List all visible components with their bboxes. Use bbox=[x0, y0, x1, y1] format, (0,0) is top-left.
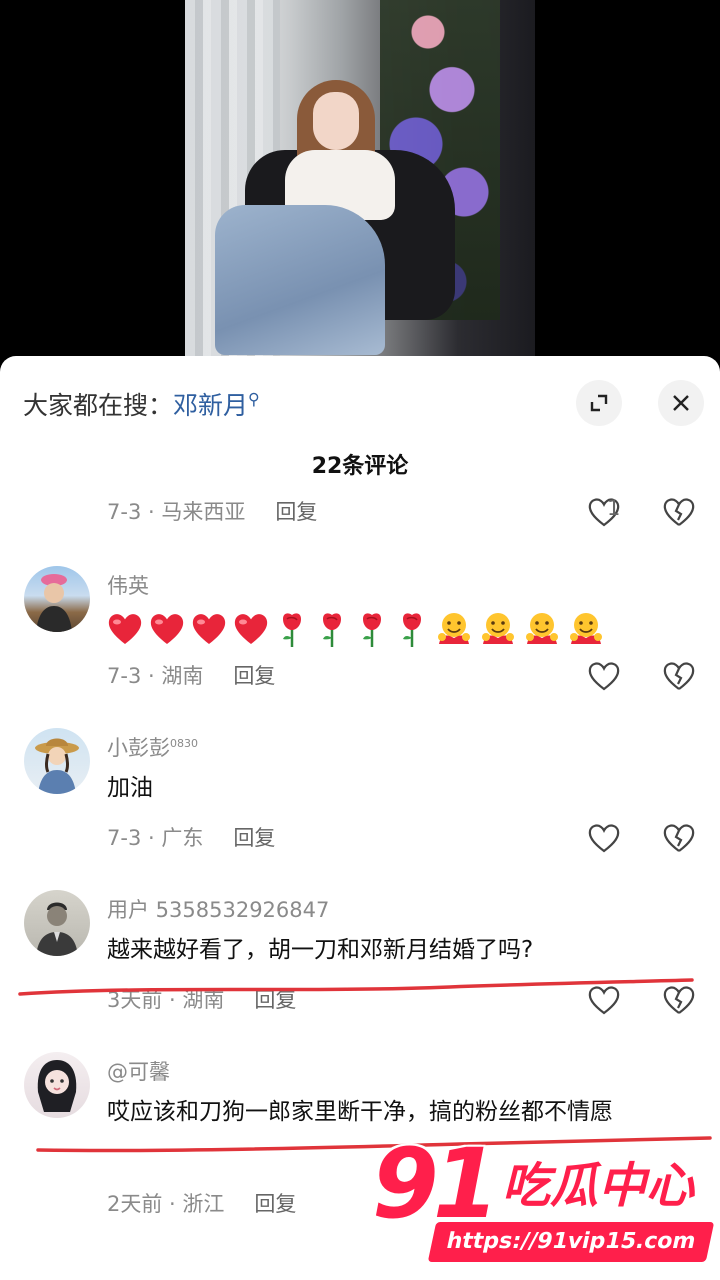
rose-icon bbox=[323, 613, 341, 647]
avatar[interactable] bbox=[24, 566, 90, 632]
broken-heart-icon[interactable] bbox=[662, 660, 696, 692]
reply-button[interactable]: 回复 bbox=[233, 826, 275, 850]
red-heart-icon bbox=[108, 614, 142, 644]
comment-item: 7-3 · 马来西亚 回复 1 bbox=[0, 494, 720, 534]
search-suggestion[interactable]: 大家都在搜：邓新月⚲ bbox=[23, 386, 260, 422]
search-suggestion-row: 大家都在搜：邓新月⚲ bbox=[0, 356, 720, 448]
hugging-face-icon bbox=[438, 613, 470, 644]
rose-icon bbox=[283, 613, 301, 647]
search-prefix: 大家都在搜： bbox=[23, 391, 174, 420]
broken-heart-icon[interactable] bbox=[662, 822, 696, 854]
like-count: 1 bbox=[607, 496, 621, 520]
search-icon: ⚲ bbox=[248, 389, 260, 409]
comment-username[interactable]: 用户 5358532926847 bbox=[107, 894, 329, 924]
comment-count-title: 22条评论 bbox=[311, 454, 409, 479]
hugging-face-icon bbox=[482, 613, 514, 644]
comment-username[interactable]: 伟英 bbox=[107, 570, 149, 600]
comment-item: 用户 5358532926847 越来越好看了，胡一刀和邓新月结婚了吗? 3天前… bbox=[0, 890, 720, 1030]
avatar-person-icon bbox=[35, 738, 79, 794]
watermark-url: https://91vip15.com bbox=[427, 1222, 715, 1262]
comment-username[interactable]: @可馨 bbox=[107, 1056, 170, 1086]
red-heart-icon bbox=[150, 614, 184, 644]
avatar[interactable] bbox=[24, 890, 90, 956]
avatar-person-icon bbox=[36, 574, 72, 632]
reply-button[interactable]: 回复 bbox=[254, 1192, 296, 1216]
expand-icon bbox=[590, 394, 608, 412]
watermark-text: 吃瓜中心 bbox=[502, 1158, 695, 1214]
avatar[interactable] bbox=[24, 728, 90, 794]
avatar-person-icon bbox=[37, 1060, 77, 1112]
red-heart-icon bbox=[234, 614, 268, 644]
avatar[interactable] bbox=[24, 1052, 90, 1118]
comment-text: 加油 bbox=[107, 775, 153, 801]
hugging-face-icon bbox=[526, 613, 558, 644]
avatar-person-icon bbox=[36, 902, 78, 956]
hugging-face-icon bbox=[570, 613, 602, 644]
video-background bbox=[0, 0, 720, 372]
close-icon bbox=[673, 395, 689, 411]
red-underline-annotation bbox=[18, 978, 694, 996]
woman-portrait-photo bbox=[185, 0, 535, 360]
comment-emoji-content bbox=[107, 610, 605, 648]
heart-outline-icon[interactable] bbox=[587, 660, 621, 692]
reply-button[interactable]: 回复 bbox=[275, 500, 317, 524]
comment-meta: 7-3 · 湖南 回复 bbox=[107, 664, 276, 688]
face bbox=[313, 92, 359, 150]
expand-button[interactable] bbox=[576, 380, 622, 426]
rose-icon bbox=[403, 613, 421, 647]
rose-icon bbox=[363, 613, 381, 647]
reply-button[interactable]: 回复 bbox=[233, 664, 275, 688]
jeans bbox=[215, 205, 385, 355]
comment-meta: 2天前 · 浙江 回复 bbox=[107, 1192, 297, 1216]
red-heart-icon bbox=[192, 614, 226, 644]
comment-meta: 7-3 · 马来西亚 回复 bbox=[107, 500, 318, 524]
comment-item: 伟英 7-3 · 湖南 回复 bbox=[0, 566, 720, 706]
broken-heart-icon[interactable] bbox=[662, 496, 696, 528]
search-keyword[interactable]: 邓新月 bbox=[173, 391, 248, 420]
comment-meta: 7-3 · 广东 回复 bbox=[107, 826, 276, 850]
watermark-logo: 91 吃瓜中心 https://91vip15.com bbox=[372, 1128, 715, 1273]
comment-item: 小彭彭0830 加油 7-3 · 广东 回复 bbox=[0, 728, 720, 868]
close-button[interactable] bbox=[658, 380, 704, 426]
heart-outline-icon[interactable] bbox=[587, 822, 621, 854]
comment-username[interactable]: 小彭彭0830 bbox=[107, 732, 198, 762]
